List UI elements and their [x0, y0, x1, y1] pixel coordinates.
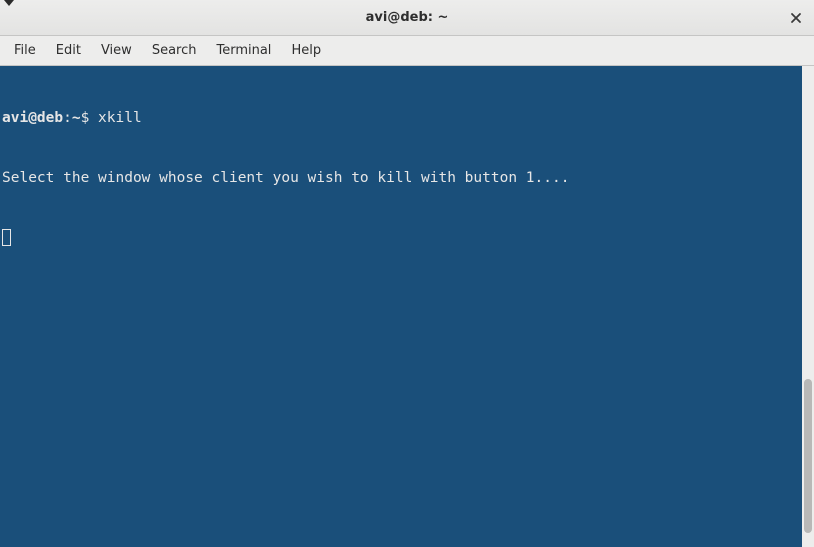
terminal[interactable]: avi@deb:~$ xkill Select the window whose…: [0, 66, 802, 547]
menu-help[interactable]: Help: [281, 39, 331, 62]
cursor-line: [2, 228, 800, 248]
window-title: avi@deb: ~: [366, 10, 449, 25]
prompt-userhost: avi@deb: [2, 110, 63, 126]
terminal-container: avi@deb:~$ xkill Select the window whose…: [0, 66, 814, 547]
scrollbar[interactable]: [802, 66, 814, 547]
output-line: Select the window whose client you wish …: [2, 168, 800, 188]
menu-edit[interactable]: Edit: [46, 39, 91, 62]
titlebar-decoration: [4, 0, 14, 6]
close-icon: [790, 12, 802, 24]
prompt-path: ~: [72, 110, 81, 126]
menu-view[interactable]: View: [91, 39, 142, 62]
command-text: xkill: [98, 110, 142, 126]
menu-terminal[interactable]: Terminal: [206, 39, 281, 62]
cursor: [2, 229, 11, 246]
titlebar: avi@deb: ~: [0, 0, 814, 36]
prompt-symbol: $: [81, 110, 98, 126]
menubar: File Edit View Search Terminal Help: [0, 36, 814, 66]
close-button[interactable]: [786, 8, 806, 28]
prompt-sep: :: [63, 110, 72, 126]
menu-search[interactable]: Search: [142, 39, 207, 62]
menu-file[interactable]: File: [4, 39, 46, 62]
prompt-line: avi@deb:~$ xkill: [2, 108, 800, 128]
scrollbar-thumb[interactable]: [804, 379, 812, 533]
